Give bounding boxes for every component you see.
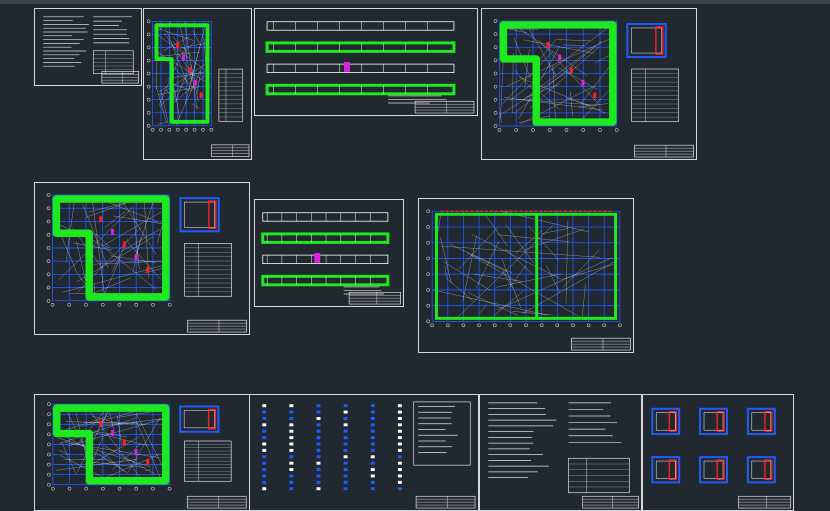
sheet-graphic xyxy=(488,402,639,509)
text-block xyxy=(43,16,89,67)
text-block xyxy=(418,406,458,453)
text-block xyxy=(387,95,447,104)
drawing-canvas[interactable] xyxy=(0,0,830,511)
text-block xyxy=(568,402,622,443)
detail-plan xyxy=(651,456,681,484)
detail-plan xyxy=(626,23,667,58)
title-block xyxy=(634,144,694,158)
drawing-sheet-s8[interactable] xyxy=(34,394,250,511)
sheet-graphic xyxy=(651,407,792,509)
detail-plan xyxy=(699,456,728,484)
drawing-sheet-s7[interactable] xyxy=(418,198,634,353)
schedule-table xyxy=(184,440,232,482)
drawing-sheet-s9[interactable] xyxy=(249,394,479,511)
sheet-graphic xyxy=(493,19,694,158)
drawing-sheet-s3[interactable] xyxy=(254,8,478,116)
sheet-graphic xyxy=(146,19,250,157)
title-block xyxy=(415,495,476,509)
detail-plan xyxy=(651,407,681,436)
drawing-sheet-s10[interactable] xyxy=(479,394,642,511)
title-block xyxy=(187,319,247,333)
detail-plan xyxy=(179,197,220,233)
sheet-graphic xyxy=(265,21,475,114)
floor-plan-grid xyxy=(493,19,619,132)
drawing-sheet-s11[interactable] xyxy=(642,394,794,511)
detail-plan xyxy=(746,456,776,484)
sheet-graphic xyxy=(261,212,401,305)
drawing-sheet-s2[interactable] xyxy=(143,8,252,160)
schedule-table xyxy=(92,50,134,74)
sheet-graphic xyxy=(47,402,247,509)
title-block xyxy=(186,495,247,509)
detail-plan xyxy=(179,405,220,433)
schedule-table xyxy=(631,68,679,122)
drawing-sheet-s5[interactable] xyxy=(34,182,250,335)
sheet-graphic xyxy=(46,193,247,333)
sheet-graphic xyxy=(262,401,476,509)
detail-plan xyxy=(746,407,776,436)
text-block xyxy=(93,16,133,44)
schedule-table xyxy=(568,457,630,494)
text-block xyxy=(343,286,384,295)
drawing-sheet-s6[interactable] xyxy=(254,199,404,307)
text-block xyxy=(488,402,557,478)
sheet-graphic xyxy=(426,209,631,351)
detail-plan xyxy=(699,407,728,436)
drawing-sheet-s4[interactable] xyxy=(481,8,697,160)
floor-plan-grid xyxy=(426,209,622,328)
sheet-graphic xyxy=(43,16,139,84)
title-block xyxy=(582,495,639,509)
schedule-table xyxy=(218,68,243,122)
title-block xyxy=(571,337,631,351)
floor-plan-grid xyxy=(46,193,172,307)
schedule-table xyxy=(184,243,232,297)
drawing-sheet-s1[interactable] xyxy=(34,8,142,86)
title-block xyxy=(211,144,250,157)
title-block xyxy=(738,495,792,509)
